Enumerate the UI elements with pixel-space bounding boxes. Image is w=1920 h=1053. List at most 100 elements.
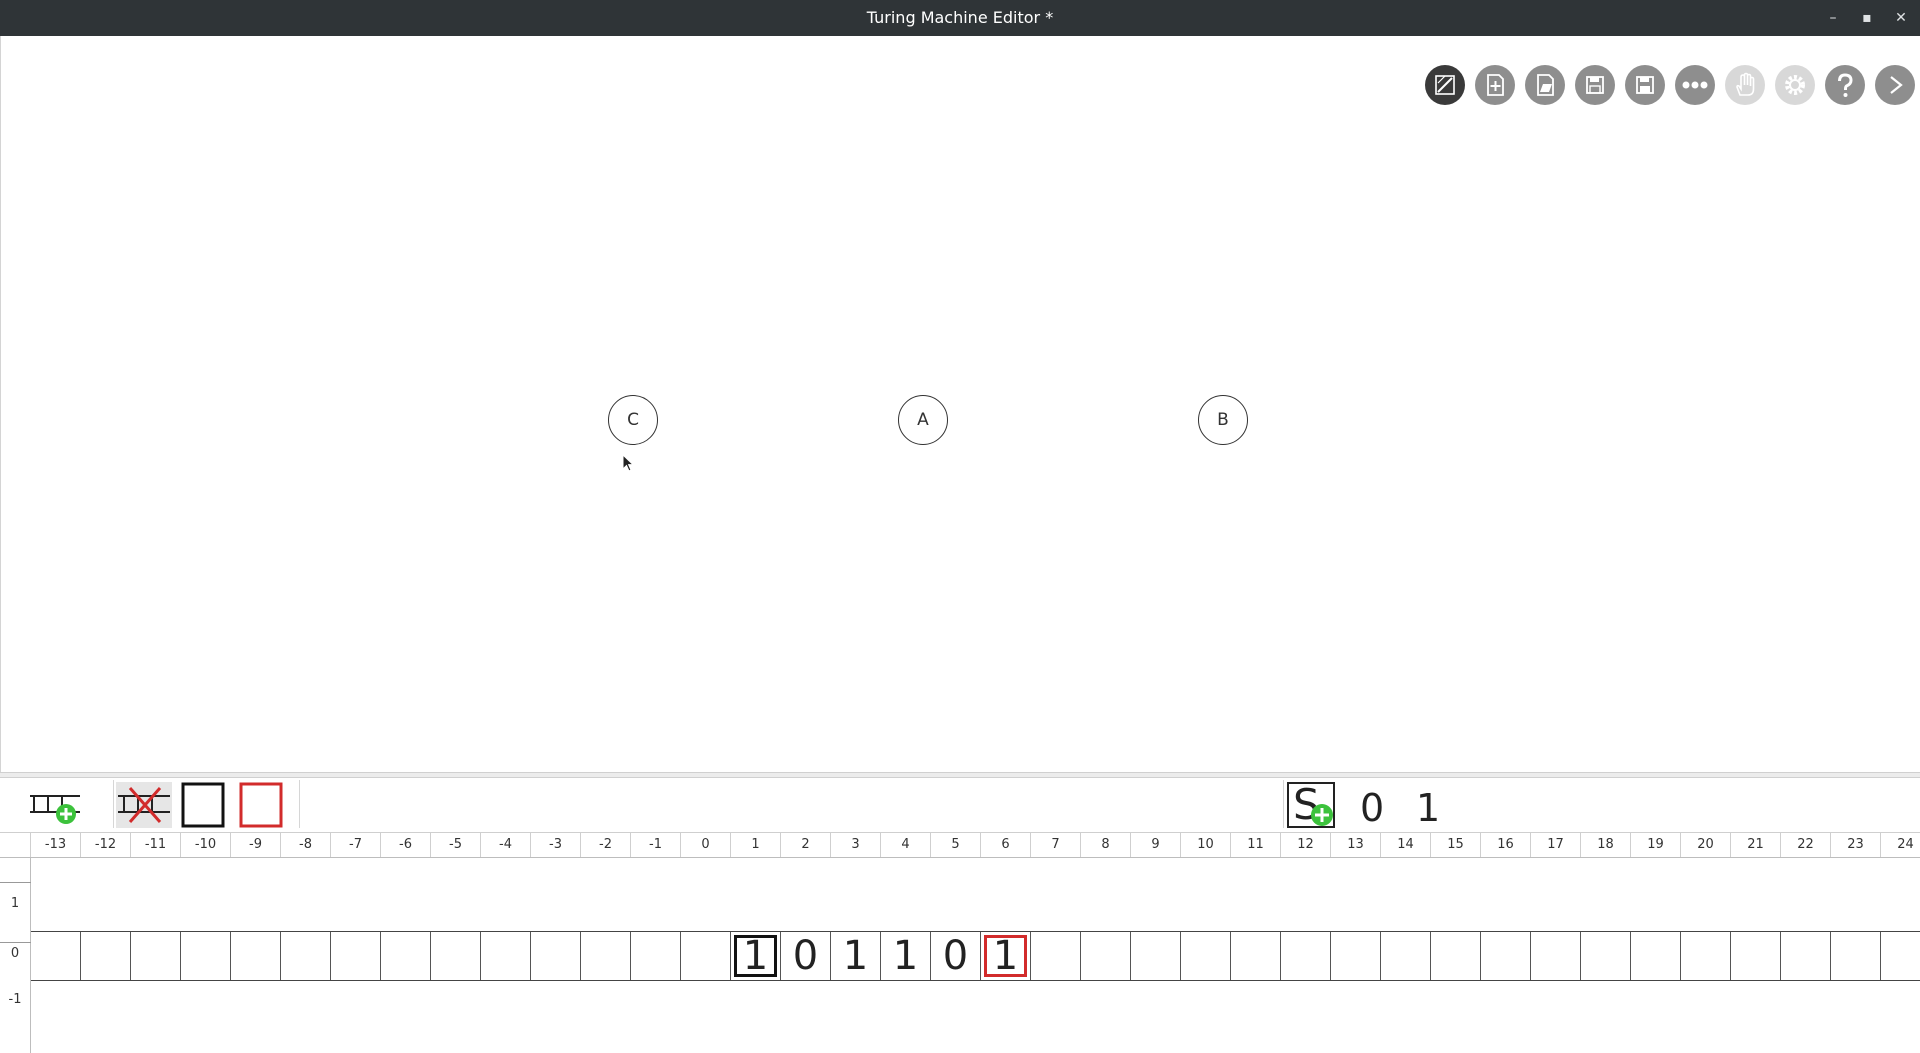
state-diagram-canvas[interactable]: C A B (0, 36, 1920, 772)
tape-cell[interactable] (1531, 932, 1581, 980)
end-marker (984, 935, 1027, 977)
add-symbol-button[interactable]: S (1287, 780, 1335, 829)
ruler-column-label: 16 (1481, 833, 1531, 857)
minimize-button[interactable]: – (1823, 9, 1843, 27)
tape-cell[interactable] (1481, 932, 1531, 980)
remove-tape-button[interactable] (116, 782, 172, 828)
ruler-column-label: -9 (231, 833, 281, 857)
save-button[interactable] (1575, 65, 1615, 105)
state-node[interactable]: A (898, 395, 948, 445)
ruler-column-label: 22 (1781, 833, 1831, 857)
ruler-column-label: -3 (531, 833, 581, 857)
tape-row[interactable]: 101101 (31, 931, 1920, 981)
ruler-column-label: 1 (731, 833, 781, 857)
tape-cell[interactable] (331, 932, 381, 980)
tape-cell[interactable] (1181, 932, 1231, 980)
tape-cell[interactable]: 1 (731, 932, 781, 980)
tape-cell[interactable] (1881, 932, 1920, 980)
edit-mode-button[interactable] (1425, 65, 1465, 105)
open-file-button[interactable] (1525, 65, 1565, 105)
state-node[interactable]: B (1198, 395, 1248, 445)
tape-cell[interactable]: 1 (831, 932, 881, 980)
state-label: A (917, 410, 929, 430)
tape-row-labels: 1 0 -1 (0, 858, 31, 1053)
tape-cell[interactable]: 1 (981, 932, 1031, 980)
settings-button[interactable] (1775, 65, 1815, 105)
tape-column-ruler: -13 -12 -11 -10 -9 -8 -7 -6 -5 -4 -3 -2 -1 0 1 2 3 4 5 6 7 8 9… (0, 832, 1920, 858)
run-forward-button[interactable] (1875, 65, 1915, 105)
ruler-column-label: 17 (1531, 833, 1581, 857)
ruler-column-label: -12 (81, 833, 131, 857)
edit-mode-icon (1435, 75, 1455, 95)
tape-cell[interactable] (1781, 932, 1831, 980)
more-icon (1682, 81, 1708, 89)
tape-cell[interactable] (681, 932, 731, 980)
settings-gear-icon (1785, 75, 1805, 95)
ruler-column-label: 18 (1581, 833, 1631, 857)
new-file-button[interactable] (1475, 65, 1515, 105)
tape-cell[interactable] (1681, 932, 1731, 980)
ruler-column-label: -13 (31, 833, 81, 857)
tape-cell[interactable] (81, 932, 131, 980)
ruler-column-label: -6 (381, 833, 431, 857)
tape-cell[interactable] (281, 932, 331, 980)
mouse-cursor-icon (622, 454, 635, 472)
hand-pan-button[interactable] (1725, 65, 1765, 105)
maximize-button[interactable]: ▪ (1857, 9, 1877, 27)
row-label: 1 (10, 896, 20, 911)
tape-toolbar: S 0 1 (0, 778, 1920, 830)
tape-cell[interactable] (231, 932, 281, 980)
tape-cell[interactable]: 0 (931, 932, 981, 980)
tape-cell[interactable] (1131, 932, 1181, 980)
tape-cell[interactable] (1731, 932, 1781, 980)
toolbar-separator (113, 780, 114, 828)
add-tape-button[interactable] (28, 782, 84, 828)
state-label: C (627, 410, 639, 430)
tape-cell[interactable] (381, 932, 431, 980)
ruler-column-label: -1 (631, 833, 681, 857)
tape-cell[interactable] (1381, 932, 1431, 980)
tape-cell[interactable] (1231, 932, 1281, 980)
save-as-icon (1636, 76, 1654, 94)
ruler-column-label: 20 (1681, 833, 1731, 857)
tape-cell[interactable] (1081, 932, 1131, 980)
ruler-corner (0, 833, 31, 857)
tape-cell[interactable] (1831, 932, 1881, 980)
state-node[interactable]: C (608, 395, 658, 445)
tape-cell[interactable] (431, 932, 481, 980)
tape-cell[interactable]: 0 (781, 932, 831, 980)
close-button[interactable]: ✕ (1891, 9, 1911, 27)
more-button[interactable] (1675, 65, 1715, 105)
ruler-column-label: -5 (431, 833, 481, 857)
tape-cell[interactable] (1581, 932, 1631, 980)
tape-cell[interactable] (631, 932, 681, 980)
tape-cell[interactable] (1281, 932, 1331, 980)
help-button[interactable] (1825, 65, 1865, 105)
tape-cell[interactable] (1631, 932, 1681, 980)
ruler-column-label: 6 (981, 833, 1031, 857)
tape-cell[interactable] (181, 932, 231, 980)
tape-cell[interactable] (581, 932, 631, 980)
ruler-column-label: 23 (1831, 833, 1881, 857)
tape-cell[interactable] (531, 932, 581, 980)
alphabet-symbol[interactable]: 0 (1360, 786, 1384, 830)
tape-cell[interactable] (1431, 932, 1481, 980)
toolbar-separator (1283, 780, 1284, 828)
ruler-column-label: 2 (781, 833, 831, 857)
row-label: 0 (10, 946, 20, 961)
save-as-button[interactable] (1625, 65, 1665, 105)
head-marker-button[interactable] (181, 782, 225, 828)
tape-cell[interactable]: 1 (881, 932, 931, 980)
new-file-icon (1487, 74, 1504, 96)
tape-cell[interactable] (1331, 932, 1381, 980)
tape-cell[interactable] (1031, 932, 1081, 980)
tape-cell[interactable] (481, 932, 531, 980)
ruler-column-label: 0 (681, 833, 731, 857)
ruler-column-label: 7 (1031, 833, 1081, 857)
head-marker-icon (181, 782, 225, 828)
tape-cell[interactable] (31, 932, 81, 980)
end-marker-button[interactable] (239, 782, 283, 828)
tape-cell[interactable] (131, 932, 181, 980)
alphabet-symbol[interactable]: 1 (1416, 786, 1440, 830)
help-icon (1838, 73, 1853, 97)
